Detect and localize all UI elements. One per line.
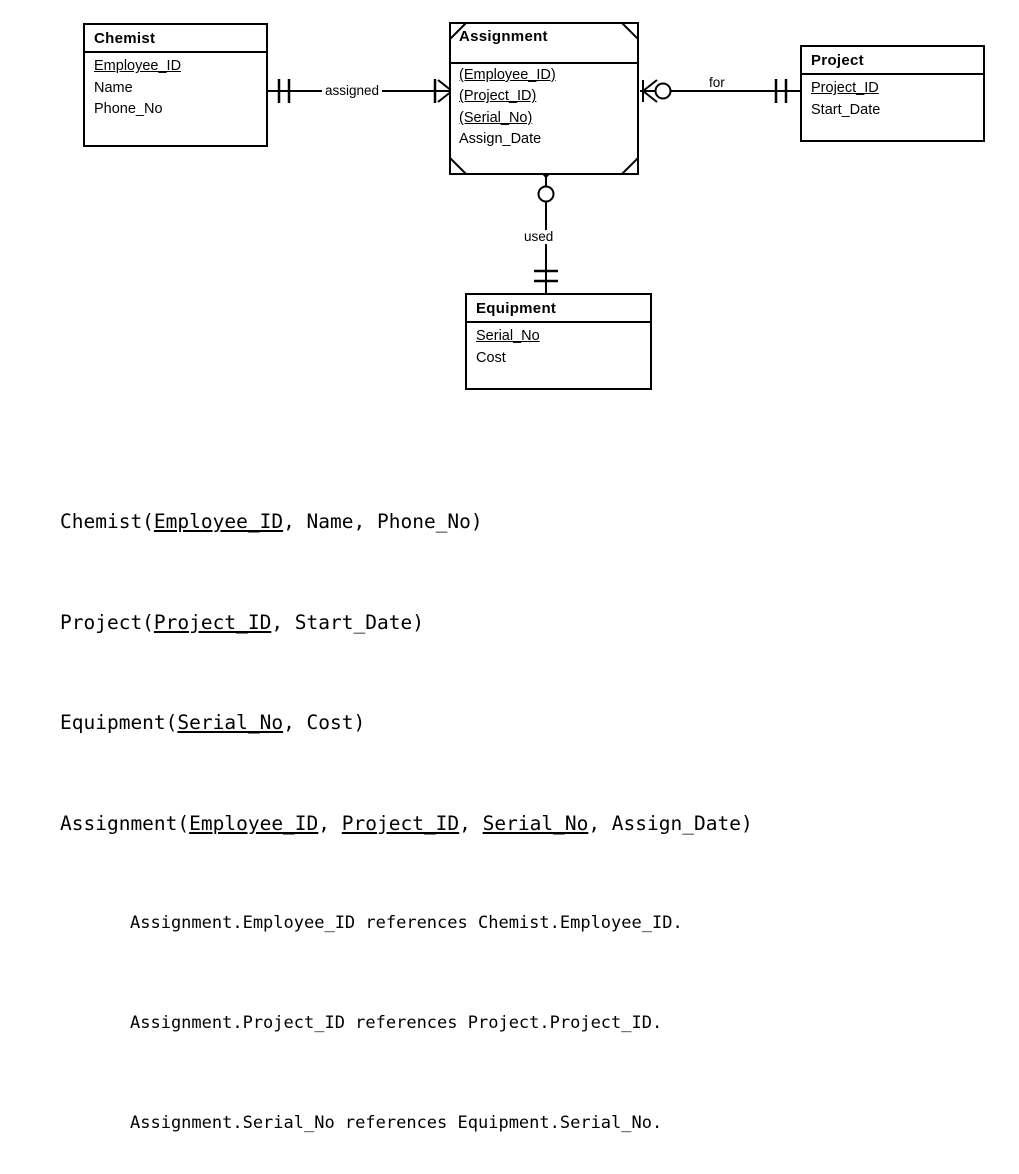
relationship-label-for: for — [706, 76, 728, 90]
cardinality-for-assignment-zero-circle — [654, 82, 672, 100]
relational-schema: Chemist(Employee_ID, Name, Phone_No) Pro… — [60, 438, 753, 1174]
schema-line-project: Project(Project_ID, Start_Date) — [60, 610, 424, 634]
entity-project-attributes: Project_ID Start_Date — [802, 75, 983, 125]
relationship-label-assigned: assigned — [322, 84, 383, 98]
schema-line-chemist: Chemist(Employee_ID, Name, Phone_No) — [60, 510, 483, 533]
entity-equipment[interactable]: Equipment Serial_No Cost — [465, 293, 652, 390]
er-diagram: Chemist Employee_ID Name Phone_No Assign… — [0, 0, 1019, 420]
entity-project-title: Project — [802, 47, 983, 76]
attribute-phone-no: Phone_No — [94, 101, 163, 118]
entity-chemist[interactable]: Chemist Employee_ID Name Phone_No — [83, 23, 268, 147]
entity-equipment-attributes: Serial_No Cost — [467, 323, 650, 373]
entity-project[interactable]: Project Project_ID Start_Date — [800, 45, 985, 142]
schema-reference-project-id: Assignment.Project_ID references Project… — [130, 1013, 663, 1033]
attribute-name: Name — [94, 79, 133, 96]
entity-chemist-title: Chemist — [85, 25, 266, 54]
relationship-label-used: used — [521, 230, 557, 244]
entity-equipment-title: Equipment — [467, 295, 650, 324]
schema-reference-serial-no: Assignment.Serial_No references Equipmen… — [130, 1113, 663, 1133]
attribute-project-id: Project_ID — [811, 80, 879, 97]
attribute-start-date: Start_Date — [811, 101, 881, 118]
attribute-serial-no: Serial_No — [476, 328, 540, 345]
schema-reference-employee-id: Assignment.Employee_ID references Chemis… — [130, 913, 683, 933]
attribute-cost: Cost — [476, 349, 506, 366]
cardinality-used-assignment-zero-circle — [537, 185, 555, 203]
attribute-employee-id: Employee_ID — [94, 58, 182, 75]
schema-line-equipment: Equipment(Serial_No, Cost) — [60, 711, 366, 734]
assignment-entity-outline — [449, 22, 639, 175]
schema-line-assignment: Assignment(Employee_ID, Project_ID, Seri… — [60, 811, 753, 835]
entity-chemist-attributes: Employee_ID Name Phone_No — [85, 53, 266, 124]
